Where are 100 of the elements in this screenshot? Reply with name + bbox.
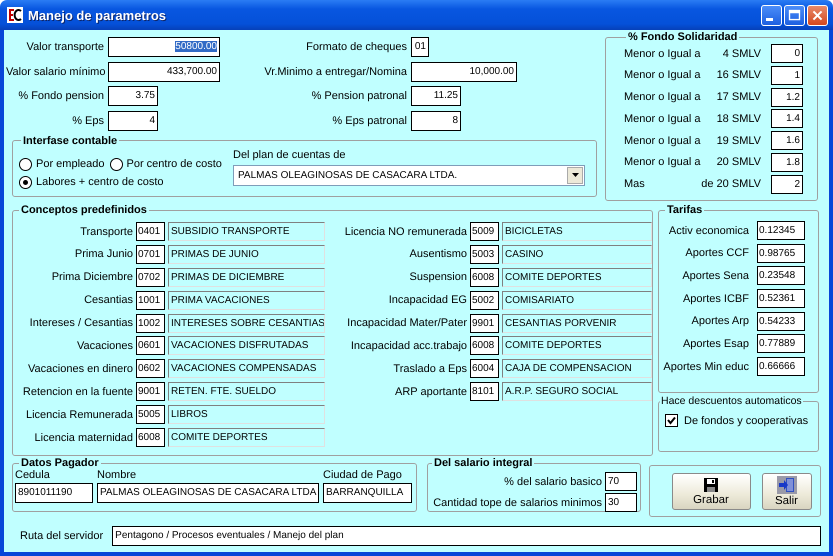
description-field: CAJA DE COMPENSACION — [502, 359, 652, 378]
minimize-button[interactable] — [761, 4, 782, 26]
close-button[interactable] — [807, 4, 828, 26]
input-field[interactable]: 1.2 — [771, 88, 803, 107]
code-field[interactable]: 0701 — [136, 244, 165, 264]
input-field[interactable]: 11.25 — [411, 86, 461, 106]
input-field[interactable]: 0.66666 — [757, 357, 805, 376]
input-field[interactable]: 0 — [771, 44, 803, 63]
input-field[interactable]: 0.23548 — [757, 266, 805, 286]
input-field[interactable]: 1.6 — [771, 131, 803, 150]
field-label: Incapacidad acc.trabajo — [350, 340, 467, 352]
field-label: % del salario basico — [503, 476, 602, 488]
field-label: Valor transporte — [26, 41, 104, 53]
input-field[interactable]: 50800.00 — [108, 37, 220, 57]
column-label: Nombre — [97, 469, 138, 481]
description-field: CESANTIAS PORVENIR — [502, 314, 652, 333]
code-field[interactable]: 0702 — [136, 268, 165, 287]
field-label: 17 SMLV — [716, 91, 761, 104]
field-label: 18 SMLV — [716, 112, 761, 125]
code-field[interactable]: 6008 — [136, 428, 165, 448]
maximize-button[interactable] — [784, 4, 805, 26]
input-field[interactable]: 1.4 — [771, 109, 803, 128]
input-field[interactable]: 2 — [771, 174, 803, 194]
input-field[interactable]: 8901011190 — [15, 483, 93, 503]
description-field: PRIMAS DE DICIEMBRE — [168, 268, 325, 287]
field-label: 16 SMLV — [716, 69, 761, 82]
field-label: ARP aportante — [394, 386, 467, 398]
field-label: Transporte — [79, 226, 133, 238]
input-field[interactable]: 01 — [411, 37, 429, 57]
field-label: Retencion en la fuente — [22, 386, 133, 398]
description-field: COMITE DEPORTES — [502, 336, 652, 356]
save-button[interactable]: Grabar — [672, 472, 750, 510]
input-field[interactable]: 3.75 — [108, 86, 158, 106]
field-label: de 20 SMLV — [701, 178, 761, 190]
description-field: SUBSIDIO TRANSPORTE — [168, 222, 325, 241]
code-field[interactable]: 5005 — [136, 405, 165, 424]
field-label: Menor o Igual a — [624, 156, 700, 168]
input-field[interactable]: 0.77889 — [757, 334, 805, 354]
input-field[interactable]: 30 — [605, 493, 637, 512]
field-label: Incapacidad Mater/Pater — [346, 317, 467, 330]
field-label: Aportes ICBF — [682, 292, 749, 305]
field-label: Licencia maternidad — [34, 432, 133, 444]
code-field[interactable]: 0602 — [136, 359, 165, 378]
input-field[interactable]: 10,000.00 — [411, 62, 517, 82]
input-field[interactable]: 0.12345 — [757, 221, 805, 240]
field-label: Aportes Sena — [681, 270, 749, 282]
code-field[interactable]: 6008 — [470, 336, 499, 356]
input-field[interactable]: 0.54233 — [757, 312, 805, 331]
checkbox[interactable] — [665, 414, 678, 427]
input-field[interactable]: 4 — [108, 110, 158, 130]
checkbox-label: De fondos y cooperativas — [684, 414, 808, 426]
code-field[interactable]: 5009 — [470, 222, 499, 241]
radio-button[interactable] — [19, 176, 32, 188]
field-label: Del plan de cuentas de — [233, 148, 347, 160]
field-label: Menor o Igual a — [624, 134, 700, 147]
code-field[interactable]: 1002 — [136, 314, 165, 333]
radio-button[interactable] — [110, 158, 122, 170]
input-field[interactable]: 70 — [605, 472, 637, 491]
group-title: % Fondo Solidaridad — [627, 31, 738, 43]
input-field[interactable]: BARRANQUILLA — [323, 483, 412, 503]
field-label: Valor salario mínimo — [6, 66, 104, 78]
field-label: Aportes CCF — [684, 247, 749, 260]
field-label: Licencia Remunerada — [24, 408, 133, 421]
code-field[interactable]: 6004 — [470, 359, 499, 378]
field-label: Prima Junio — [74, 248, 133, 260]
field-label: % Fondo pension — [17, 90, 104, 102]
code-field[interactable]: 9901 — [470, 314, 499, 333]
code-field[interactable]: 1001 — [136, 290, 165, 310]
code-field[interactable]: 8101 — [470, 382, 499, 402]
code-field[interactable]: 9001 — [136, 382, 165, 402]
description-field: LIBROS — [168, 405, 325, 424]
minimize-icon — [766, 18, 773, 20]
field-label: Incapacidad EG — [388, 294, 467, 306]
group-title: Interfase contable — [22, 134, 118, 146]
radio-label: Por centro de costo — [126, 158, 222, 170]
code-field[interactable]: 0401 — [136, 222, 165, 241]
field-label: Ausentismo — [408, 248, 467, 260]
dropdown-field[interactable]: PALMAS OLEAGINOSAS DE CASACARA LTDA. — [233, 164, 585, 186]
radio-button[interactable] — [19, 158, 32, 170]
input-field[interactable]: 0.52361 — [757, 289, 805, 308]
code-field[interactable]: 5002 — [470, 290, 499, 310]
input-field[interactable]: 433,700.00 — [108, 62, 220, 82]
input-field[interactable]: 8 — [411, 110, 461, 130]
code-field[interactable]: 0601 — [136, 336, 165, 356]
code-field[interactable]: 5003 — [470, 244, 499, 264]
group-title: Conceptos predefinidos — [20, 204, 148, 216]
description-field: COMITE DEPORTES — [502, 268, 652, 287]
exit-button[interactable]: Salir — [762, 472, 812, 510]
field-label: Formato de cheques — [305, 41, 407, 53]
description-field: COMITE DEPORTES — [168, 428, 325, 448]
field-label: % Eps — [71, 114, 104, 126]
input-field[interactable]: Pentagono / Procesos eventuales / Manejo del plan — [112, 526, 821, 546]
input-field[interactable]: 0.98765 — [757, 244, 805, 263]
description-field: A.R.P. SEGURO SOCIAL — [502, 382, 652, 402]
input-field[interactable]: PALMAS OLEAGINOSAS DE CASACARA LTDA — [97, 483, 319, 503]
input-field[interactable]: 1.8 — [771, 152, 803, 172]
input-field[interactable]: 1 — [771, 66, 803, 85]
code-field[interactable]: 6008 — [470, 268, 499, 287]
description-field: CASINO — [502, 244, 652, 264]
field-label: Vacaciones en dinero — [27, 362, 133, 375]
